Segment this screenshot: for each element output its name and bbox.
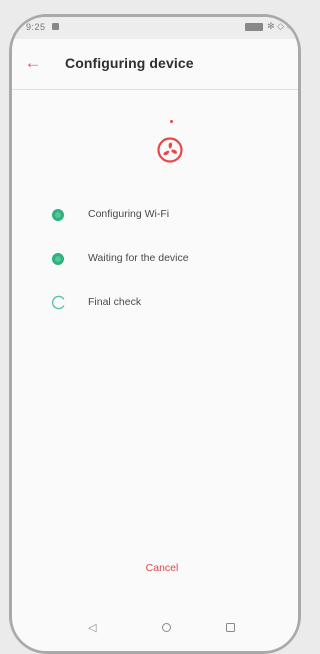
app-bar: ← Configuring device <box>12 39 298 90</box>
step-label: Final check <box>88 296 142 308</box>
check-circle-icon <box>52 253 64 265</box>
status-time: 9:25 <box>26 22 46 32</box>
back-arrow-icon[interactable]: ← <box>22 52 44 74</box>
cancel-button[interactable]: Cancel <box>127 562 197 582</box>
check-circle-icon <box>52 209 64 221</box>
step-label: Configuring Wi-Fi <box>88 208 170 220</box>
status-glyphs: ✻ ◇ ○ <box>267 21 292 31</box>
nav-back-icon[interactable]: ◁ <box>88 621 96 634</box>
step-configuring-wifi: Configuring Wi-Fi <box>52 205 272 225</box>
notification-icon <box>52 23 59 30</box>
nav-home-icon[interactable] <box>162 623 171 632</box>
phone-frame: 9:25 ✻ ◇ ○ ← Configuring device Configur… <box>9 14 301 654</box>
step-waiting-device: Waiting for the device <box>52 249 272 269</box>
status-icons: ✻ ◇ ○ <box>245 22 292 31</box>
nav-recents-icon[interactable] <box>226 623 235 632</box>
page-title: Configuring device <box>65 55 194 71</box>
status-bar: 9:25 ✻ ◇ ○ <box>12 17 298 39</box>
step-label: Waiting for the device <box>88 252 189 264</box>
fan-icon <box>157 137 183 163</box>
battery-icon <box>245 22 264 31</box>
status-dot-icon <box>170 120 173 123</box>
screen: 9:25 ✻ ◇ ○ ← Configuring device Configur… <box>12 17 298 651</box>
system-nav-bar: ◁ <box>12 613 298 643</box>
loading-spinner-icon <box>52 295 65 310</box>
step-final-check: Final check <box>52 293 272 313</box>
